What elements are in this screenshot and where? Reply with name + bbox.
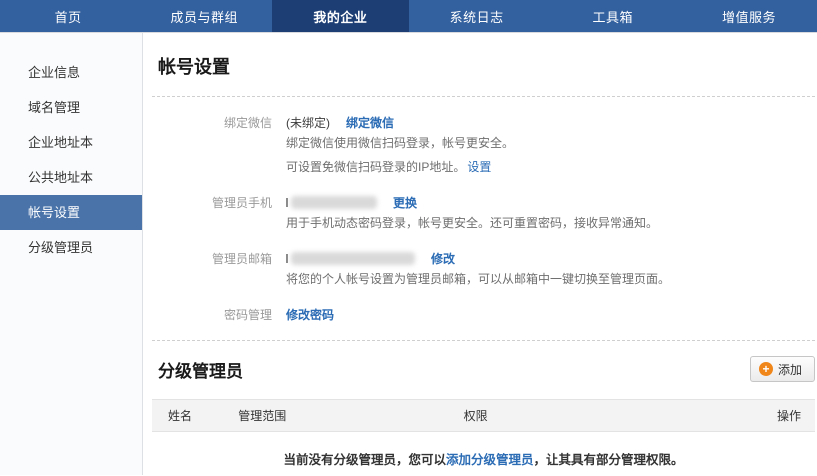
masked-email-value: [286, 252, 415, 265]
account-settings-list: 绑定微信 (未绑定) 绑定微信 绑定微信使用微信扫码登录，帐号更安全。 可设置免…: [152, 97, 815, 323]
separator: [152, 340, 815, 341]
nav-tab-members-groups[interactable]: 成员与群组: [136, 0, 272, 32]
wechat-binding-desc-1: 绑定微信使用微信扫码登录，帐号更安全。: [286, 131, 815, 155]
table-header-permissions: 权限: [464, 407, 729, 424]
table-header-name: 姓名: [152, 407, 238, 424]
wechat-binding-status: (未绑定): [286, 114, 330, 131]
wechat-ip-desc-text: 可设置免微信扫码登录的IP地址。: [286, 160, 465, 174]
wechat-binding-row: 绑定微信 (未绑定) 绑定微信 绑定微信使用微信扫码登录，帐号更安全。 可设置免…: [152, 113, 815, 179]
admin-email-desc: 将您的个人帐号设置为管理员邮箱，可以从邮箱中一键切换至管理页面。: [286, 267, 815, 291]
password-management-label: 密码管理: [152, 306, 272, 323]
admin-phone-desc: 用于手机动态密码登录，帐号更安全。还可重置密码，接收异常通知。: [286, 211, 815, 235]
top-nav: 首页 成员与群组 我的企业 系统日志 工具箱 增值服务: [0, 0, 817, 33]
page-body: 企业信息 域名管理 企业地址本 公共地址本 帐号设置 分级管理员 帐号设置 绑定…: [0, 33, 817, 475]
change-email-link[interactable]: 修改: [431, 250, 455, 267]
sidebar-item-company-contacts[interactable]: 企业地址本: [0, 125, 142, 160]
empty-state-prefix: 当前没有分级管理员，您可以: [283, 453, 446, 467]
nav-tab-my-company[interactable]: 我的企业: [272, 0, 408, 32]
plus-circle-icon: +: [759, 362, 773, 376]
sidebar-item-public-contacts[interactable]: 公共地址本: [0, 160, 142, 195]
sub-admin-empty-state: 当前没有分级管理员，您可以添加分级管理员，让其具有部分管理权限。: [152, 449, 815, 468]
nav-tab-system-logs[interactable]: 系统日志: [409, 0, 545, 32]
nav-tab-home[interactable]: 首页: [0, 0, 136, 32]
wechat-binding-desc-2: 可设置免微信扫码登录的IP地址。设置: [286, 155, 815, 179]
page-title: 帐号设置: [158, 53, 815, 79]
add-sub-admin-button[interactable]: + 添加: [750, 356, 815, 382]
admin-phone-label: 管理员手机: [152, 194, 272, 211]
ip-settings-link[interactable]: 设置: [467, 160, 491, 174]
admin-email-row: 管理员邮箱 修改 将您的个人帐号设置为管理员邮箱，可以从邮箱中一键切换至管理页面…: [152, 249, 815, 291]
wechat-binding-label: 绑定微信: [152, 114, 272, 131]
sidebar-item-company-info[interactable]: 企业信息: [0, 55, 142, 90]
admin-phone-row: 管理员手机 更换 用于手机动态密码登录，帐号更安全。还可重置密码，接收异常通知。: [152, 193, 815, 235]
masked-phone-value: [286, 196, 377, 209]
nav-tab-value-added-services[interactable]: 增值服务: [681, 0, 817, 32]
sidebar-item-domain-management[interactable]: 域名管理: [0, 90, 142, 125]
change-phone-link[interactable]: 更换: [393, 194, 417, 211]
add-sub-admin-link[interactable]: 添加分级管理员: [446, 453, 534, 467]
sub-admin-table-header: 姓名 管理范围 权限 操作: [152, 399, 815, 432]
sub-admin-section-title: 分级管理员: [158, 357, 243, 382]
change-password-link[interactable]: 修改密码: [286, 306, 334, 323]
add-button-label: 添加: [778, 361, 802, 378]
table-header-scope: 管理范围: [238, 407, 463, 424]
admin-email-label: 管理员邮箱: [152, 250, 272, 267]
password-management-row: 密码管理 修改密码: [152, 305, 815, 323]
sidebar: 企业信息 域名管理 企业地址本 公共地址本 帐号设置 分级管理员: [0, 33, 143, 475]
sidebar-item-sub-admins[interactable]: 分级管理员: [0, 230, 142, 265]
nav-tab-toolbox[interactable]: 工具箱: [545, 0, 681, 32]
sub-admin-section-header: 分级管理员 + 添加: [152, 355, 815, 383]
bind-wechat-link[interactable]: 绑定微信: [346, 114, 394, 131]
empty-state-suffix: ，让其具有部分管理权限。: [534, 453, 684, 467]
table-header-actions: 操作: [729, 407, 815, 424]
sidebar-item-account-settings[interactable]: 帐号设置: [0, 195, 142, 230]
main-content: 帐号设置 绑定微信 (未绑定) 绑定微信 绑定微信使用微信扫码登录，帐号更安全。…: [143, 33, 817, 475]
